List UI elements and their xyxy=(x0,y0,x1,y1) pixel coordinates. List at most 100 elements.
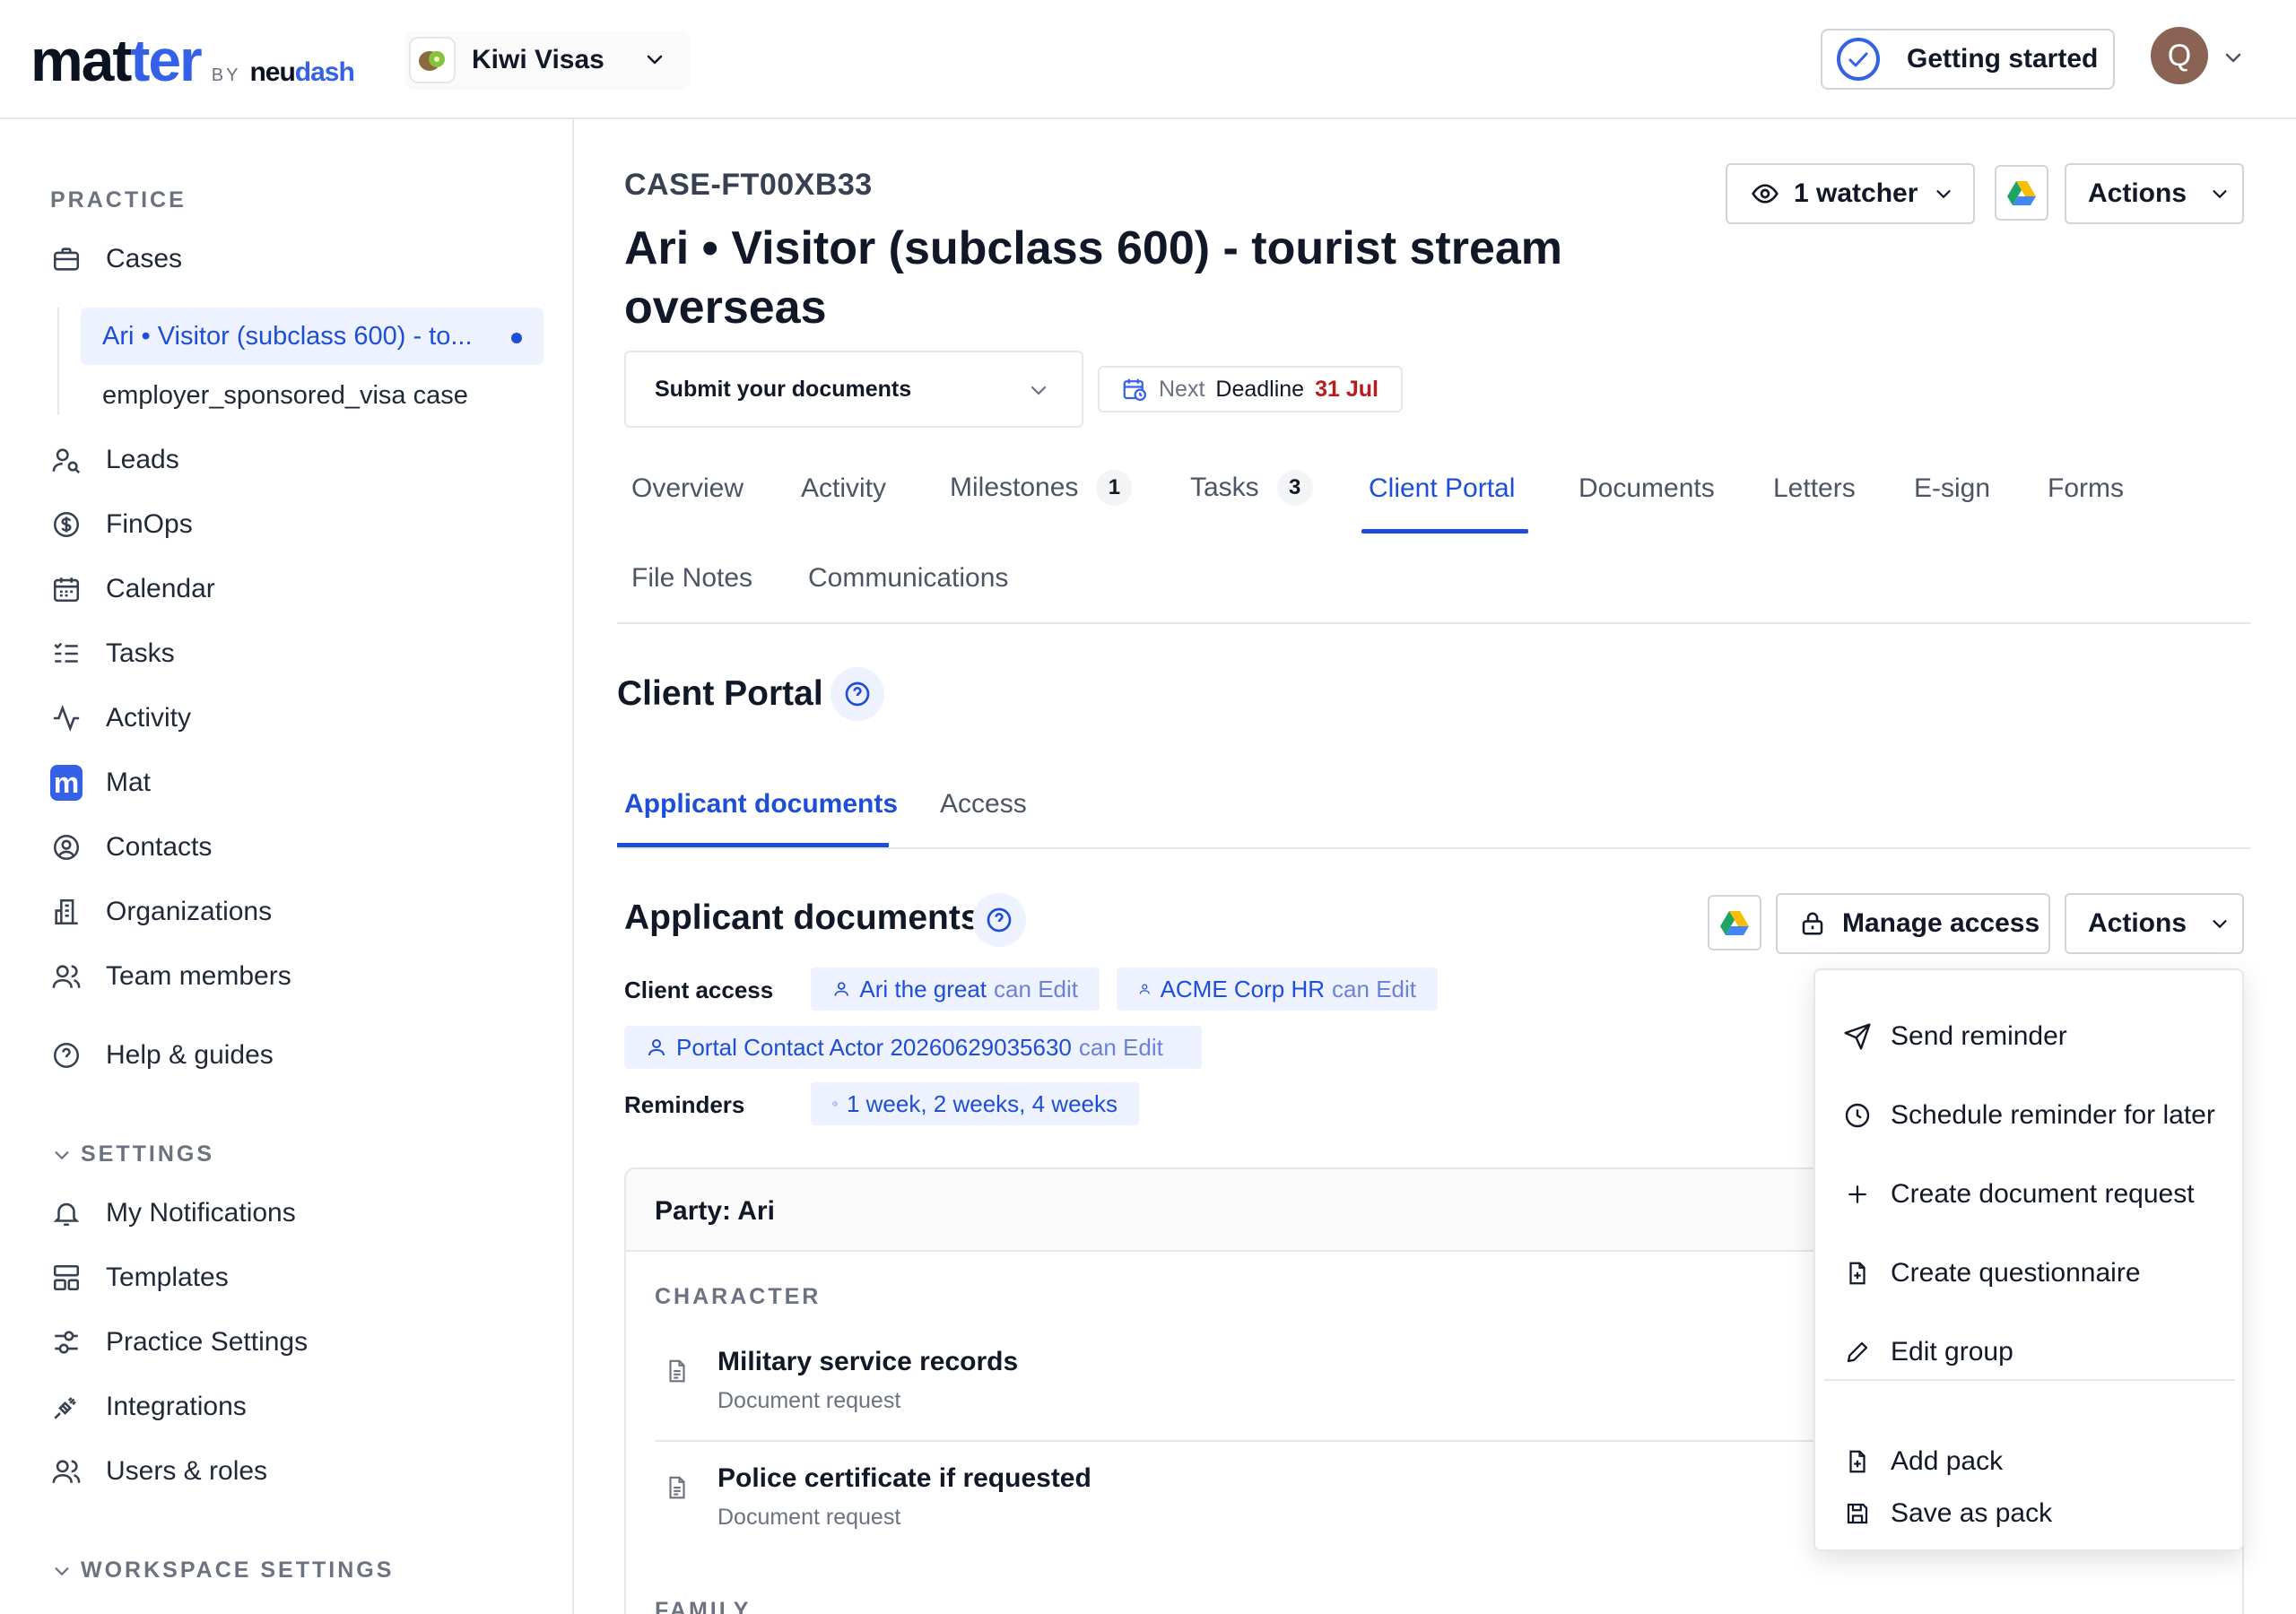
sidebar-item-notifications[interactable]: My Notifications xyxy=(50,1192,296,1235)
section-label: SETTINGS xyxy=(81,1141,215,1167)
menu-item-add-pack[interactable]: Add pack xyxy=(1842,1435,2003,1488)
watcher-button[interactable]: 1 watcher xyxy=(1726,163,1975,224)
workspace-switcher[interactable]: Kiwi Visas xyxy=(405,30,691,90)
menu-item-send-reminder[interactable]: Send reminder xyxy=(1842,1010,2067,1063)
tab-documents[interactable]: Documents xyxy=(1578,473,1715,504)
user-avatar[interactable]: Q xyxy=(2151,27,2208,84)
tab-forms[interactable]: Forms xyxy=(2048,473,2124,504)
tab-label: Communications xyxy=(808,563,1009,593)
tab-communications[interactable]: Communications xyxy=(808,563,1008,594)
manage-access-label: Manage access xyxy=(1842,908,2040,938)
tab-label: Overview xyxy=(631,473,744,503)
tab-overview[interactable]: Overview xyxy=(631,473,744,504)
chevron-down-icon xyxy=(2210,914,2230,933)
tab-label: Activity xyxy=(801,473,887,503)
access-chip[interactable]: Portal Contact Actor 20260629035630 can E… xyxy=(624,1026,1202,1069)
tab-tasks[interactable]: Tasks 3 xyxy=(1190,470,1313,506)
actions-dropdown-menu: Send reminder Schedule reminder for late… xyxy=(1813,968,2244,1551)
pencil-icon xyxy=(1842,1339,1873,1366)
active-tab-indicator xyxy=(1361,529,1528,534)
stage-select[interactable]: Submit your documents xyxy=(624,351,1083,428)
tab-label: Milestones xyxy=(950,473,1079,502)
tab-milestones[interactable]: Milestones 1 xyxy=(950,470,1133,506)
tab-letters[interactable]: Letters xyxy=(1773,473,1856,504)
sidebar-item-team-members[interactable]: Team members xyxy=(50,955,291,998)
activity-icon xyxy=(50,702,83,734)
section-practice: PRACTICE xyxy=(50,187,187,213)
sidebar-item-tasks[interactable]: Tasks xyxy=(50,632,175,675)
bell-icon xyxy=(50,1197,83,1229)
sidebar-item-calendar[interactable]: Calendar xyxy=(50,568,215,611)
reminders-chip[interactable]: 1 week, 2 weeks, 4 weeks xyxy=(811,1082,1139,1125)
sidebar-item-help[interactable]: Help & guides xyxy=(50,1034,274,1077)
menu-item-label: Create questionnaire xyxy=(1891,1258,2141,1288)
deadline-date: 31 Jul xyxy=(1315,376,1378,402)
manage-access-button[interactable]: Manage access xyxy=(1776,893,2050,954)
sidebar-item-mat[interactable]: m Mat xyxy=(50,761,151,804)
logo-by-text: BY xyxy=(211,65,241,85)
next-deadline-pill[interactable]: Next Deadline 31 Jul xyxy=(1098,366,1403,412)
sidebar-item-label: Templates xyxy=(106,1263,229,1292)
reminders-value: 1 week, 2 weeks, 4 weeks xyxy=(846,1089,1118,1117)
chip-permission: can Edit xyxy=(1332,975,1416,1002)
sidebar-item-label: Contacts xyxy=(106,832,213,862)
help-icon[interactable] xyxy=(972,893,1026,947)
access-chip[interactable]: Ari the great can Edit xyxy=(811,968,1100,1011)
building-icon xyxy=(50,896,83,928)
party-title: Party: Ari xyxy=(655,1196,775,1226)
tab-file-notes[interactable]: File Notes xyxy=(631,563,752,594)
tab-activity[interactable]: Activity xyxy=(801,473,886,504)
tree-line xyxy=(57,308,59,415)
sidebar-case-active[interactable]: Ari • Visitor (subclass 600) - to... xyxy=(81,308,544,365)
divider xyxy=(617,847,2251,849)
menu-item-create-questionnaire[interactable]: Create questionnaire xyxy=(1842,1246,2141,1300)
tab-client-portal[interactable]: Client Portal xyxy=(1369,473,1515,504)
chevron-down-icon xyxy=(1028,379,1049,401)
section-settings[interactable]: SETTINGS xyxy=(52,1141,214,1167)
sidebar-item-templates[interactable]: Templates xyxy=(50,1256,229,1299)
help-icon[interactable] xyxy=(831,667,884,721)
case-actions-button[interactable]: Actions xyxy=(2065,163,2244,224)
menu-item-schedule-reminder[interactable]: Schedule reminder for later xyxy=(1842,1089,2215,1142)
matter-logo[interactable]: matter BY neudash xyxy=(30,30,355,90)
sidebar-item-integrations[interactable]: Integrations xyxy=(50,1385,247,1428)
google-drive-button[interactable] xyxy=(1708,895,1761,950)
google-drive-button[interactable] xyxy=(1995,165,2048,221)
chip-permission: can Edit xyxy=(994,975,1078,1002)
sidebar-item-label: Team members xyxy=(106,961,291,991)
chevron-down-icon[interactable] xyxy=(2222,47,2244,68)
sidebar-item-cases[interactable]: Cases xyxy=(50,238,182,281)
applicant-documents-title: Applicant documents xyxy=(624,898,980,937)
sidebar-item-users-roles[interactable]: Users & roles xyxy=(50,1450,267,1493)
page-title: Ari • Visitor (subclass 600) - tourist s… xyxy=(624,222,1563,334)
subtab-applicant-documents[interactable]: Applicant documents xyxy=(624,789,898,820)
sidebar-item-activity[interactable]: Activity xyxy=(50,697,191,740)
mat-icon: m xyxy=(50,765,83,801)
menu-item-edit-group[interactable]: Edit group xyxy=(1842,1325,2013,1379)
sidebar-item-organizations[interactable]: Organizations xyxy=(50,890,272,933)
count-badge: 3 xyxy=(1276,470,1313,506)
getting-started-button[interactable]: Getting started xyxy=(1821,29,2115,90)
access-chip[interactable]: ACME Corp HR can Edit xyxy=(1117,968,1438,1011)
sidebar-item-contacts[interactable]: Contacts xyxy=(50,826,212,869)
actions-label: Actions xyxy=(2088,178,2187,208)
tab-esign[interactable]: E-sign xyxy=(1914,473,1990,504)
menu-item-save-as-pack[interactable]: Save as pack xyxy=(1842,1487,2052,1540)
sidebar-item-finops[interactable]: FinOps xyxy=(50,503,193,546)
help-icon xyxy=(50,1039,83,1072)
sidebar-item-practice-settings[interactable]: Practice Settings xyxy=(50,1321,308,1364)
sidebar-item-label: Mat xyxy=(106,768,152,797)
subtab-access[interactable]: Access xyxy=(940,789,1027,820)
actions-label: Actions xyxy=(2088,908,2187,938)
menu-item-create-document-request[interactable]: Create document request xyxy=(1842,1167,2195,1221)
chip-permission: can Edit xyxy=(1078,1033,1163,1061)
sidebar-item-leads[interactable]: Leads xyxy=(50,438,179,482)
documents-actions-button[interactable]: Actions xyxy=(2065,893,2244,954)
eye-icon xyxy=(1751,179,1779,208)
section-workspace-settings[interactable]: WORKSPACE SETTINGS xyxy=(52,1558,394,1584)
sidebar-item-label: Calendar xyxy=(106,574,215,603)
sliders-icon xyxy=(50,1326,83,1358)
menu-item-label: Send reminder xyxy=(1891,1021,2067,1051)
chevron-down-icon xyxy=(52,1145,72,1165)
sidebar-case-link[interactable]: employer_sponsored_visa case xyxy=(102,381,468,411)
